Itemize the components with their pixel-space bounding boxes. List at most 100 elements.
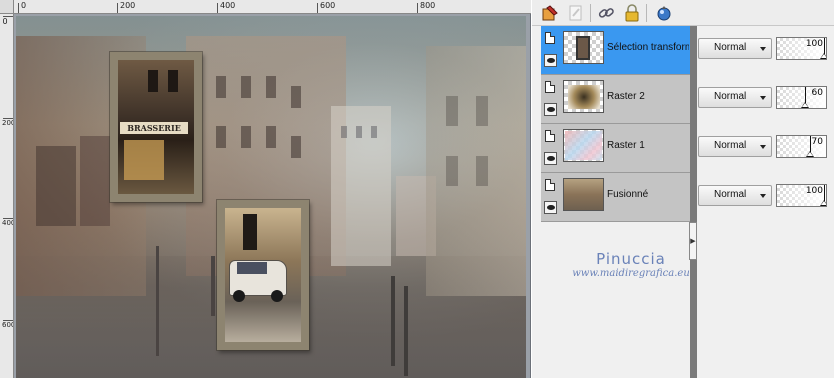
car-windshield <box>237 262 267 274</box>
opacity-marker[interactable] <box>820 53 826 59</box>
window <box>476 156 488 186</box>
layer-name: Raster 1 <box>607 140 645 151</box>
blend-mode-dropdown[interactable]: Normal <box>698 136 772 157</box>
car-wheel <box>271 290 283 302</box>
layer-visibility-column <box>541 124 561 172</box>
layer-type-icon[interactable] <box>545 130 555 142</box>
chevron-down-icon <box>760 96 766 100</box>
eye-icon[interactable] <box>544 152 557 165</box>
link-icon[interactable] <box>596 3 616 23</box>
canvas-area[interactable]: 0 200 400 600 800 0 200 400 600 <box>0 0 531 378</box>
opacity-slider[interactable]: 70 <box>776 135 827 158</box>
lit-window <box>124 140 164 180</box>
ruler-label: 0 <box>21 1 27 10</box>
opacity-slider[interactable]: 100 <box>776 37 827 60</box>
layer-thumbnail <box>563 31 604 64</box>
layer-properties-row: Normal 70 <box>698 124 834 173</box>
eye-icon[interactable] <box>544 103 557 116</box>
opacity-value: 100 <box>805 186 823 196</box>
brasserie-sign: BRASSERIE <box>120 122 188 134</box>
layer-row-fusionne[interactable]: Fusionné <box>541 173 690 222</box>
toolbar-separator <box>590 4 591 22</box>
watermark: Pinuccia www.maidiregrafica.eu <box>566 250 696 279</box>
window <box>291 86 301 108</box>
ruler-tick <box>18 3 19 13</box>
horizontal-ruler: 0 200 400 600 800 <box>14 0 531 14</box>
layer-row-raster-2[interactable]: Raster 2 <box>541 75 690 124</box>
window <box>356 126 362 138</box>
layers-palette: Sélection transformé Raster 2 Raster 1 <box>532 0 834 378</box>
window <box>216 76 226 98</box>
layer-row-selection-transforme[interactable]: Sélection transformé <box>541 26 690 75</box>
document-image[interactable]: BRASSERIE <box>16 16 526 378</box>
ruler-label: 400 <box>2 219 13 227</box>
opacity-marker[interactable] <box>801 102 809 108</box>
layer-name: Raster 2 <box>607 91 645 102</box>
new-adjustment-layer-icon[interactable] <box>566 3 586 23</box>
opacity-slider[interactable]: 100 <box>776 184 827 207</box>
new-raster-layer-icon[interactable] <box>540 3 560 23</box>
bollard <box>211 256 215 316</box>
car-wheel <box>233 290 245 302</box>
doorway <box>243 214 257 250</box>
layer-type-icon[interactable] <box>545 179 555 191</box>
ruler-tick <box>317 3 318 13</box>
thumbnail-content <box>565 131 602 160</box>
ruler-tick <box>417 3 418 13</box>
blend-mode-value: Normal <box>714 189 747 200</box>
eye-icon[interactable] <box>544 201 557 214</box>
layer-properties-row: Normal 100 <box>698 173 834 222</box>
layer-type-icon[interactable] <box>545 81 555 93</box>
ruler-label: 800 <box>420 1 436 10</box>
chevron-down-icon <box>760 47 766 51</box>
layer-name: Sélection transformé <box>607 42 689 53</box>
layer-type-icon[interactable] <box>545 32 555 44</box>
ruler-label: 200 <box>120 1 136 10</box>
window <box>476 96 488 126</box>
thumbnail-content <box>568 85 600 109</box>
shop-window <box>80 136 110 226</box>
frame-car <box>217 200 309 350</box>
blend-mode-value: Normal <box>714 140 747 151</box>
opacity-marker[interactable] <box>820 200 826 206</box>
thumbnail-content <box>564 179 603 210</box>
window <box>341 126 347 138</box>
blend-mode-dropdown[interactable]: Normal <box>698 185 772 206</box>
ruler-label: 0 <box>2 17 8 26</box>
layer-visibility-column <box>541 75 561 123</box>
blend-mode-dropdown[interactable]: Normal <box>698 38 772 59</box>
window <box>371 126 377 138</box>
layer-name: Fusionné <box>607 189 649 200</box>
shop-window <box>36 146 76 226</box>
window <box>291 136 301 158</box>
window <box>266 76 276 98</box>
window <box>446 156 458 186</box>
ruler-label: 600 <box>2 321 13 329</box>
layers-toolbar <box>532 0 834 26</box>
ruler-corner <box>0 0 14 14</box>
car-photo <box>225 208 301 342</box>
vertical-ruler: 0 200 400 600 <box>0 14 14 378</box>
bollard <box>404 286 408 376</box>
layer-list-scrollbar[interactable] <box>690 26 697 378</box>
group-icon[interactable] <box>654 3 674 23</box>
thumbnail-content <box>576 36 590 60</box>
brasserie-photo: BRASSERIE <box>118 60 194 194</box>
opacity-value: 70 <box>811 137 823 147</box>
blend-mode-dropdown[interactable]: Normal <box>698 87 772 108</box>
opacity-slider[interactable]: 60 <box>776 86 827 109</box>
layer-properties-row: Normal 100 <box>698 26 834 75</box>
watermark-title: Pinuccia <box>596 250 666 268</box>
lock-icon[interactable] <box>622 3 642 23</box>
opacity-value: 60 <box>811 88 823 98</box>
layer-visibility-column <box>541 173 561 221</box>
window <box>168 70 178 92</box>
bollard <box>156 246 159 356</box>
eye-icon[interactable] <box>544 54 557 67</box>
layer-row-raster-1[interactable]: Raster 1 <box>541 124 690 173</box>
layer-thumbnail <box>563 178 604 211</box>
opacity-marker[interactable] <box>806 151 814 157</box>
watermark-url: www.maidiregrafica.eu <box>572 268 690 279</box>
blend-mode-value: Normal <box>714 42 747 53</box>
bollard <box>391 276 395 366</box>
